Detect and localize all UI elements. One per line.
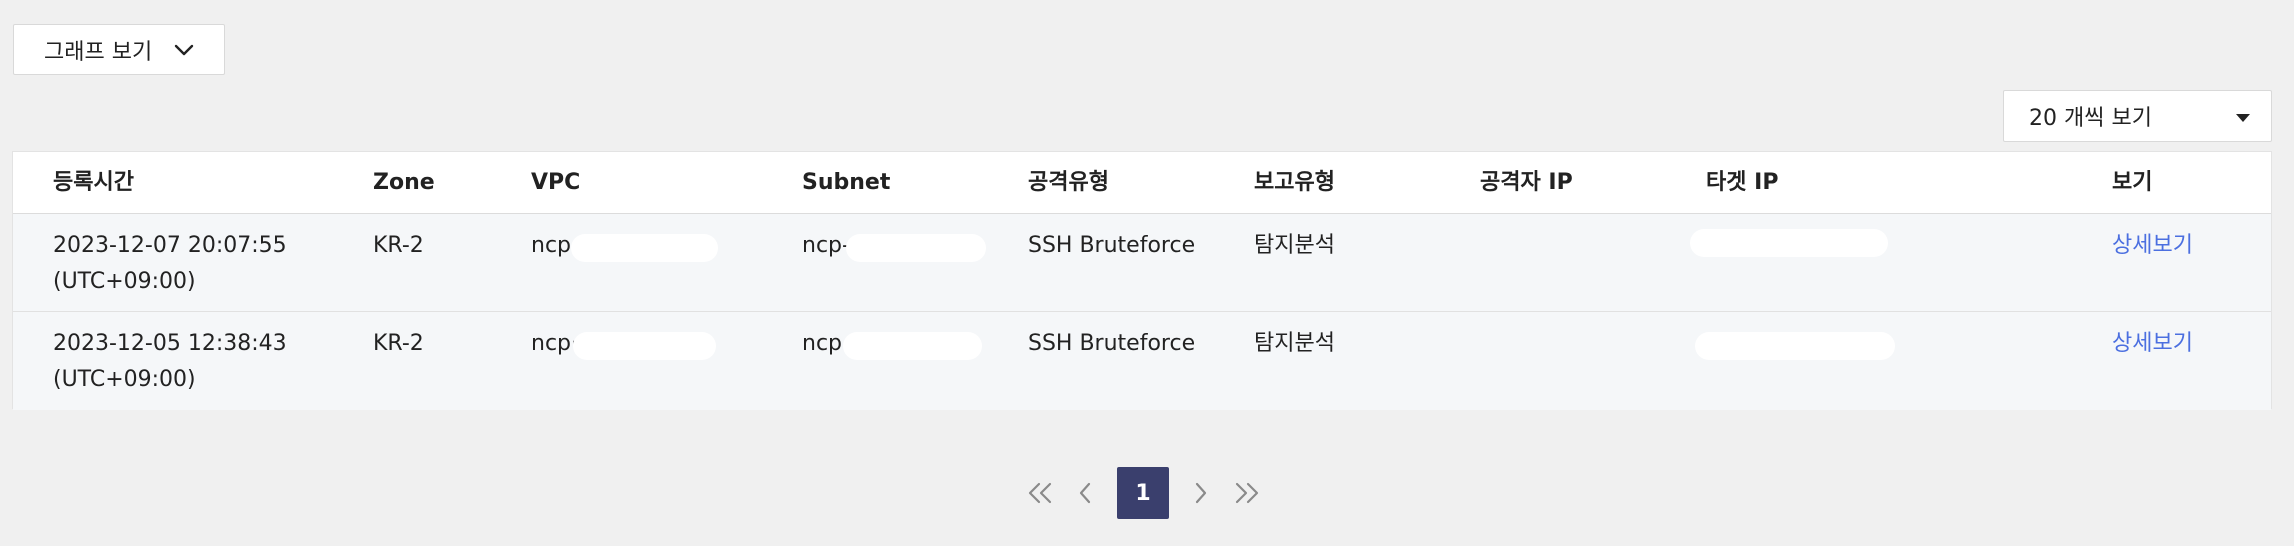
previous-page-button[interactable] (1073, 467, 1097, 519)
cell-zone: KR-2 (373, 331, 424, 356)
cell-report-type: 탐지분석 (1254, 233, 1335, 258)
graph-view-toggle-button[interactable]: 그래프 보기 (13, 24, 225, 75)
cell-vpc: ncp· (531, 331, 578, 356)
cell-subnet: ncp- (802, 233, 850, 258)
cell-vpc: ncp (531, 233, 572, 258)
registered-date: 2023-12-07 20:07:55 (53, 233, 287, 258)
column-header-attack-type[interactable]: 공격유형 (1028, 152, 1109, 214)
column-header-view: 보기 (2112, 170, 2153, 195)
view-details-link[interactable]: 상세보기 (2112, 326, 2193, 362)
cell-subnet: ncp· (802, 331, 849, 356)
column-header-report-type[interactable]: 보고유형 (1254, 152, 1335, 214)
caret-down-icon (2236, 114, 2250, 122)
redacted-target-ip-mask (1690, 229, 1888, 257)
column-header-vpc[interactable]: VPC (531, 152, 580, 214)
cell-zone: KR-2 (373, 233, 424, 258)
double-chevron-right-icon (1235, 482, 1259, 504)
column-header-subnet[interactable]: Subnet (802, 152, 890, 214)
table-row: 2023-12-05 12:38:43 (UTC+09:00) KR-2 ncp… (13, 312, 2271, 410)
column-header-attacker-ip[interactable]: 공격자 IP (1480, 152, 1573, 214)
page-size-value: 20 개씩 보기 (2029, 106, 2152, 131)
view-details-link[interactable]: 상세보기 (2112, 228, 2193, 264)
redacted-vpc-mask (571, 234, 718, 262)
redacted-vpc-mask (573, 332, 716, 360)
registered-timezone: (UTC+09:00) (53, 367, 196, 392)
cell-report-type: 탐지분석 (1254, 331, 1335, 356)
column-header-target-ip[interactable]: 타겟 IP (1706, 152, 1778, 214)
table-row: 2023-12-07 20:07:55 (UTC+09:00) KR-2 ncp… (13, 214, 2271, 312)
redacted-subnet-mask (843, 332, 982, 360)
page-size-select[interactable]: 20 개씩 보기 (2003, 90, 2272, 142)
first-page-button[interactable] (1025, 467, 1055, 519)
registered-timezone: (UTC+09:00) (53, 269, 196, 294)
double-chevron-left-icon (1028, 482, 1052, 504)
table-header: 등록시간 Zone VPC Subnet 공격유형 보고유형 공격자 IP 타겟… (13, 152, 2271, 214)
last-page-button[interactable] (1232, 467, 1262, 519)
current-page-button[interactable]: 1 (1117, 467, 1169, 519)
pagination: 1 (0, 467, 2294, 519)
chevron-left-icon (1079, 482, 1091, 504)
redacted-target-ip-mask (1695, 332, 1895, 360)
cell-registered-time: 2023-12-07 20:07:55 (UTC+09:00) (53, 228, 287, 300)
registered-date: 2023-12-05 12:38:43 (53, 331, 287, 356)
column-header-registered-time[interactable]: 등록시간 (53, 152, 134, 214)
next-page-button[interactable] (1189, 467, 1213, 519)
cell-registered-time: 2023-12-05 12:38:43 (UTC+09:00) (53, 326, 287, 398)
redacted-subnet-mask (846, 234, 986, 262)
cell-attack-type: SSH Bruteforce (1028, 331, 1196, 356)
attack-log-table: 등록시간 Zone VPC Subnet 공격유형 보고유형 공격자 IP 타겟… (12, 151, 2272, 410)
column-header-zone[interactable]: Zone (373, 152, 435, 214)
graph-view-toggle-label: 그래프 보기 (44, 39, 153, 65)
chevron-right-icon (1195, 482, 1207, 504)
cell-attack-type: SSH Bruteforce (1028, 233, 1196, 258)
chevron-down-icon (174, 44, 194, 56)
